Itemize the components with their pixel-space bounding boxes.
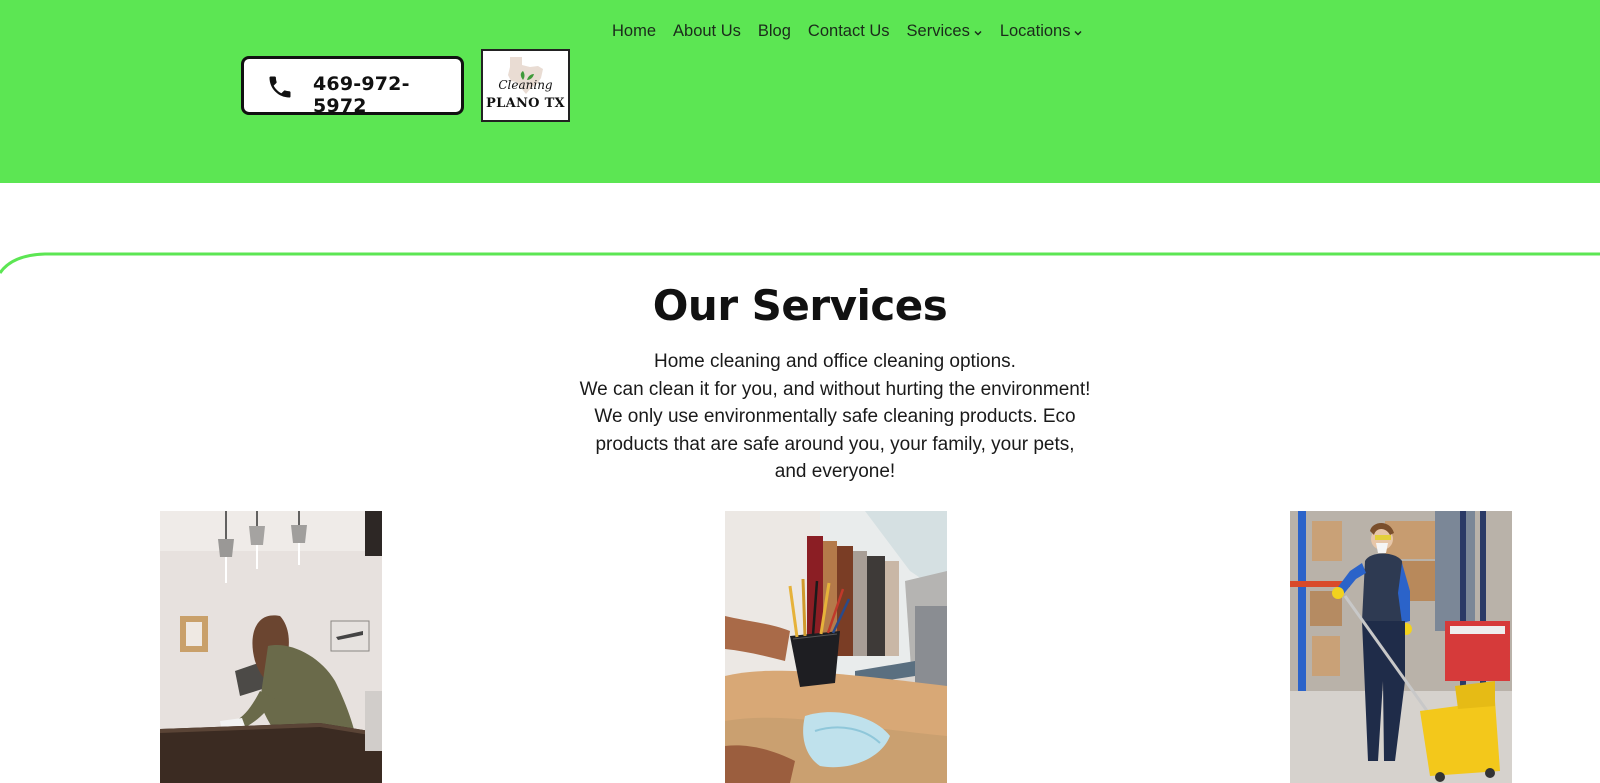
nav-about-us[interactable]: About Us bbox=[673, 22, 741, 41]
chevron-down-icon bbox=[1074, 30, 1082, 36]
site-header: Home About Us Blog Contact Us Services L… bbox=[0, 0, 1600, 183]
logo-city-text: PLANO TX bbox=[486, 96, 565, 111]
services-description: Home cleaning and office cleaning option… bbox=[550, 348, 1120, 486]
nav-services[interactable]: Services bbox=[907, 22, 983, 41]
description-line: Home cleaning and office cleaning option… bbox=[654, 351, 1016, 372]
chevron-down-icon bbox=[974, 30, 982, 36]
phone-icon bbox=[269, 76, 291, 98]
nav-home-label: Home bbox=[612, 22, 657, 40]
desk-pencil-holder-photo bbox=[725, 511, 947, 783]
logo-script-text: Cleaning bbox=[498, 78, 553, 92]
phone-number: 469-972-5972 bbox=[313, 73, 410, 117]
description-line: We only use environmentally safe cleanin… bbox=[594, 406, 1076, 427]
phone-call-button[interactable]: 469-972-5972 bbox=[241, 56, 464, 117]
site-logo[interactable]: Cleaning PLANO TX bbox=[481, 49, 570, 122]
warehouse-worker-mopping-photo bbox=[1290, 511, 1512, 783]
nav-contact-us-label: Contact Us bbox=[807, 22, 890, 40]
description-line: and everyone! bbox=[774, 461, 896, 482]
nav-home[interactable]: Home bbox=[612, 22, 656, 41]
nav-services-label: Services bbox=[906, 22, 970, 40]
nav-locations-label: Locations bbox=[999, 22, 1071, 40]
description-line: products that are safe around you, your … bbox=[595, 433, 1075, 455]
main-nav: Home About Us Blog Contact Us Services L… bbox=[612, 22, 1100, 41]
nav-blog-label: Blog bbox=[757, 22, 791, 40]
nav-contact-us[interactable]: Contact Us bbox=[808, 22, 890, 41]
description-line: We can clean it for you, and without hur… bbox=[579, 378, 1091, 400]
woman-wiping-table-photo bbox=[160, 511, 382, 783]
nav-about-us-label: About Us bbox=[673, 22, 741, 40]
nav-locations[interactable]: Locations bbox=[1000, 22, 1084, 41]
nav-blog[interactable]: Blog bbox=[758, 22, 791, 41]
section-title: Our Services bbox=[652, 281, 948, 330]
